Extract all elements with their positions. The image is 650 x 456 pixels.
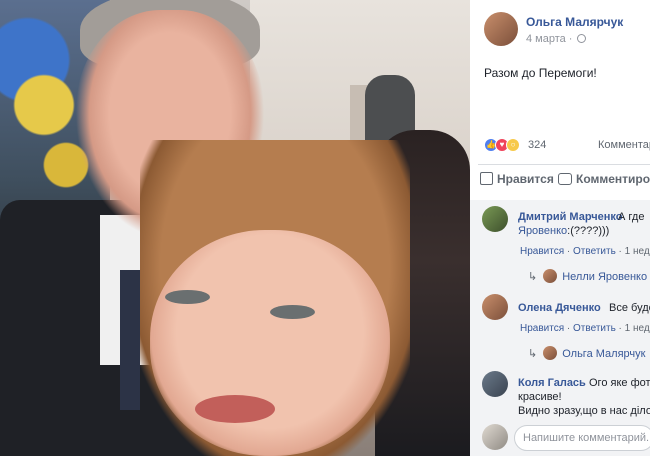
like-button-label: Нравится xyxy=(497,172,554,186)
comment-text-line3: Видно зразу,що в нас ділові xyxy=(518,405,650,417)
comment-button[interactable]: Комментировать xyxy=(558,172,650,186)
post-sidebar: Ольга Малярчук 4 марта · Разом до Перемог… xyxy=(470,0,650,456)
wow-reaction-icon: ○ xyxy=(506,138,520,152)
comment-mention[interactable]: Яровенко xyxy=(518,225,567,237)
comment-avatar[interactable] xyxy=(482,371,508,397)
author-name[interactable]: Ольга Малярчук xyxy=(526,15,623,29)
comment-author[interactable]: Коля Галась xyxy=(518,377,586,389)
post-date[interactable]: 4 марта xyxy=(526,33,566,45)
comment-text-line2: :(????))) xyxy=(567,225,610,237)
comment-button-label: Комментировать xyxy=(576,172,650,186)
comment-like-link[interactable]: Нравится xyxy=(520,246,564,257)
reply-author[interactable]: Ольга Малярчук xyxy=(562,348,645,360)
current-user-avatar xyxy=(482,424,508,450)
comment-actions: Нравится · Ответить · 1 нед. xyxy=(520,246,650,257)
post-text: Разом до Перемоги! xyxy=(484,66,597,80)
reactions-bar[interactable]: 👍 ♥ ○ 324 Комментарии xyxy=(484,138,650,154)
comment-reply-link[interactable]: Ответить xyxy=(573,246,616,257)
post-photo[interactable] xyxy=(0,0,470,456)
man-tie xyxy=(120,270,140,410)
comments-list: Дмитрий Марченко А где Яровенко:(????)))… xyxy=(470,200,650,420)
woman-eye-right xyxy=(270,305,315,319)
comment-author[interactable]: Олена Дяченко xyxy=(518,302,601,314)
reply-avatar xyxy=(543,346,558,360)
reply-author[interactable]: Нелли Яровенко xyxy=(562,271,647,283)
reply-arrow-icon: ↳ xyxy=(528,271,538,283)
reply-row[interactable]: ↳ Ольга Малярчук xyxy=(528,346,645,360)
comment-actions: Нравится · Ответить · 1 нед. xyxy=(520,323,650,334)
comment-avatar[interactable] xyxy=(482,294,508,320)
meta-separator: · xyxy=(568,33,573,45)
speech-bubble-icon xyxy=(558,173,572,185)
woman-lips xyxy=(195,395,275,423)
comment-avatar[interactable] xyxy=(482,206,508,232)
author-avatar[interactable] xyxy=(484,12,518,46)
woman-face xyxy=(150,230,390,456)
reaction-count[interactable]: 324 xyxy=(528,139,546,151)
post-meta: 4 марта · xyxy=(526,33,587,45)
comment-text: А где xyxy=(618,211,645,223)
woman-eye-left xyxy=(165,290,210,304)
globe-icon[interactable] xyxy=(577,34,587,43)
comment-composer: Напишите комментарий... xyxy=(470,420,650,456)
comment-reply-link[interactable]: Ответить xyxy=(573,323,616,334)
comment-time[interactable]: 1 нед. xyxy=(625,246,650,257)
comment-text: Ого яке фото xyxy=(589,377,650,389)
comment-text-line2: красиве! xyxy=(518,391,562,403)
like-button[interactable]: Нравится xyxy=(480,172,554,186)
comment-input[interactable]: Напишите комментарий... xyxy=(514,425,650,451)
comment-like-link[interactable]: Нравится xyxy=(520,323,564,334)
thumbs-up-icon xyxy=(480,172,493,185)
post-header: Ольга Малярчук 4 марта · xyxy=(470,0,650,60)
reply-arrow-icon: ↳ xyxy=(528,348,538,360)
reply-row[interactable]: ↳ Нелли Яровенко xyxy=(528,269,647,283)
comment-author[interactable]: Дмитрий Марченко xyxy=(518,211,623,223)
comment-text: Все буде xyxy=(609,302,650,314)
comment-time[interactable]: 1 нед. xyxy=(625,323,650,334)
post-actions: Нравится Комментировать xyxy=(470,168,650,194)
divider xyxy=(478,164,650,165)
comments-count-link[interactable]: Комментарии xyxy=(598,139,650,151)
reply-avatar xyxy=(543,269,558,283)
